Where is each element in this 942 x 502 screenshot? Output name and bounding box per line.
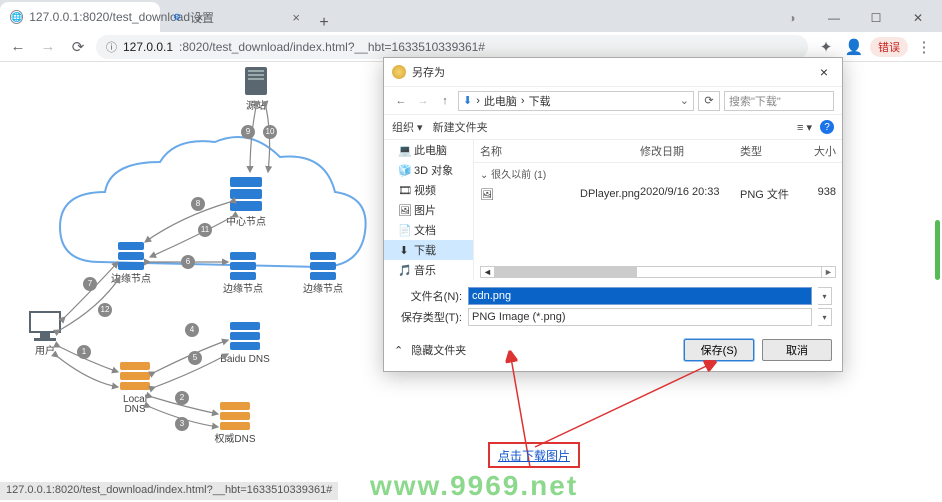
tree-item[interactable]: 🖼图片 (384, 200, 473, 220)
watermark: www.9969.net (370, 470, 578, 502)
center-label: 中心节点 (226, 215, 266, 228)
filetype-label: 保存类型(T): (394, 309, 462, 325)
maximize-icon[interactable]: ☐ (856, 4, 896, 32)
info-icon: ⓘ (106, 39, 117, 55)
file-group[interactable]: ⌄ 很久以前 (1) (474, 163, 842, 184)
window-controls: ◑ — ☐ ✕ (772, 4, 942, 32)
tab-1[interactable]: 🌐 127.0.0.1:8020/test_download × (0, 2, 160, 32)
chevron-down-icon[interactable]: ⌄ (680, 94, 689, 107)
new-folder-button[interactable]: 新建文件夹 (433, 119, 488, 135)
svg-text:边缘节点: 边缘节点 (111, 272, 151, 285)
image-icon: 🖼 (480, 188, 576, 201)
help-icon[interactable]: ? (820, 120, 834, 134)
svg-text:8: 8 (196, 199, 201, 208)
breadcrumb[interactable]: ⬇ › 此电脑 › 下载 ⌄ (458, 91, 694, 111)
tree-item[interactable]: 🎞视频 (384, 180, 473, 200)
filename-input[interactable]: cdn.png (468, 287, 812, 305)
cancel-button[interactable]: 取消 (762, 339, 832, 361)
tree-item[interactable]: 🧊3D 对象 (384, 160, 473, 180)
download-link[interactable]: 点击下载图片 (498, 447, 570, 464)
view-menu[interactable]: ≡ ▾ (797, 121, 812, 134)
tree-item[interactable]: 💻此电脑 (384, 140, 473, 160)
svg-text:6: 6 (186, 257, 191, 266)
app-icon (392, 65, 406, 79)
dialog-nav: ← → ↑ ⬇ › 此电脑 › 下载 ⌄ ⟳ 搜索"下载" (384, 86, 842, 114)
file-list-header: 名称 修改日期 类型 大小 (474, 140, 842, 163)
svg-text:边缘节点: 边缘节点 (303, 282, 343, 295)
extensions-icon[interactable]: ✦ (814, 35, 838, 59)
restore-down-icon[interactable]: ◑ (772, 4, 812, 32)
filename-label: 文件名(N): (394, 288, 462, 304)
forward-icon[interactable]: → (414, 95, 432, 107)
dialog-title: 另存为 (412, 64, 445, 80)
new-tab-button[interactable]: + (310, 14, 338, 32)
organize-menu[interactable]: 组织 ▾ (392, 119, 423, 135)
save-as-dialog: 另存为 × ← → ↑ ⬇ › 此电脑 › 下载 ⌄ ⟳ 搜索"下载" 组织 ▾… (383, 57, 843, 372)
browser-titlebar: 🌐 127.0.0.1:8020/test_download × ⚙ 设置 × … (0, 0, 942, 32)
tree-item[interactable]: 📄文档 (384, 220, 473, 240)
forward-icon[interactable]: → (36, 35, 60, 59)
horizontal-scrollbar[interactable]: ◄ ► (480, 266, 836, 278)
file-list[interactable]: 名称 修改日期 类型 大小 ⌄ 很久以前 (1) 🖼DPlayer.png 20… (474, 140, 842, 280)
page-content: 源站 中心节点 边缘节点 边缘节点 边缘节点 用户 LocalDNS Baidu… (0, 62, 942, 482)
svg-text:5: 5 (193, 353, 198, 362)
tree-item[interactable]: ⬇下载 (384, 240, 473, 260)
back-icon[interactable]: ← (6, 35, 30, 59)
svg-text:Baidu DNS: Baidu DNS (220, 354, 270, 365)
tree-item[interactable]: 🎵音乐 (384, 260, 473, 280)
dialog-titlebar: 另存为 × (384, 58, 842, 86)
close-icon[interactable]: × (814, 64, 834, 80)
dialog-toolbar: 组织 ▾ 新建文件夹 ≡ ▾ ? (384, 114, 842, 140)
status-bar: 127.0.0.1:8020/test_download/index.html?… (0, 482, 338, 500)
refresh-icon[interactable]: ⟳ (698, 91, 720, 111)
svg-text:DNS: DNS (124, 404, 145, 415)
side-indicator (935, 220, 940, 280)
menu-icon[interactable]: ⋮ (912, 35, 936, 59)
close-window-icon[interactable]: ✕ (898, 4, 938, 32)
cdn-diagram: 源站 中心节点 边缘节点 边缘节点 边缘节点 用户 LocalDNS Baidu… (10, 62, 380, 482)
error-badge[interactable]: 错误 (870, 37, 908, 57)
profile-icon[interactable]: 👤 (842, 35, 866, 59)
svg-text:9: 9 (246, 127, 251, 136)
folder-tree[interactable]: 💻此电脑🧊3D 对象🎞视频🖼图片📄文档⬇下载🎵音乐🖥桌面💽Windows (C:… (384, 140, 474, 280)
download-link-box: 点击下载图片 (488, 442, 580, 468)
svg-text:7: 7 (88, 279, 93, 288)
chevron-down-icon[interactable]: ▾ (818, 308, 832, 326)
url-path: :8020/test_download/index.html?__hbt=163… (179, 40, 485, 54)
svg-text:用户: 用户 (35, 344, 55, 357)
svg-text:10: 10 (266, 127, 275, 136)
filetype-select[interactable]: PNG Image (*.png) (468, 308, 812, 326)
tab-title: 设置 (190, 9, 214, 26)
file-row[interactable]: 🖼DPlayer.png 2020/9/16 20:33 PNG 文件 938 (474, 184, 842, 204)
gear-icon: ⚙ (170, 10, 184, 24)
close-icon[interactable]: × (292, 10, 300, 25)
svg-text:11: 11 (201, 225, 210, 234)
svg-text:3: 3 (180, 419, 185, 428)
reload-icon[interactable]: ⟳ (66, 35, 90, 59)
svg-text:边缘节点: 边缘节点 (223, 282, 263, 295)
up-icon[interactable]: ↑ (436, 95, 454, 107)
svg-text:权威DNS: 权威DNS (214, 432, 255, 445)
url-host: 127.0.0.1 (123, 40, 173, 54)
tab-2[interactable]: ⚙ 设置 × (160, 2, 310, 32)
svg-text:1: 1 (82, 347, 87, 356)
globe-icon: 🌐 (10, 10, 23, 24)
minimize-icon[interactable]: — (814, 4, 854, 32)
back-icon[interactable]: ← (392, 95, 410, 107)
svg-text:4: 4 (190, 325, 195, 334)
search-input[interactable]: 搜索"下载" (724, 91, 834, 111)
svg-text:2: 2 (180, 393, 185, 402)
url-input[interactable]: ⓘ 127.0.0.1 :8020/test_download/index.htm… (96, 35, 808, 59)
svg-text:12: 12 (101, 305, 110, 314)
chevron-down-icon[interactable]: ▾ (818, 287, 832, 305)
download-icon: ⬇ (463, 94, 472, 107)
